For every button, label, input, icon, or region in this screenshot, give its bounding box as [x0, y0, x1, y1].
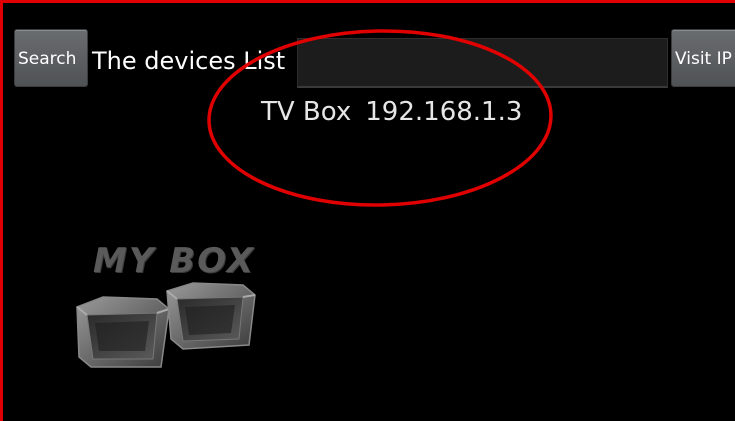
device-name: TV Box — [261, 97, 352, 127]
right-box-shape — [166, 282, 256, 350]
ip-input[interactable] — [297, 38, 668, 88]
app-window: Search The devices List Visit IP TV Box 1… — [0, 0, 735, 421]
mybox-logo: MY BOX — [73, 241, 258, 376]
device-ip: 192.168.1.3 — [365, 97, 523, 127]
search-button[interactable]: Search — [14, 29, 88, 87]
left-box-shape — [76, 296, 170, 368]
visit-ip-button[interactable]: Visit IP — [671, 29, 735, 87]
devices-list-label: The devices List — [92, 47, 286, 75]
boxes-icon — [76, 282, 256, 368]
device-list-item[interactable]: TV Box 192.168.1.3 — [261, 95, 522, 129]
